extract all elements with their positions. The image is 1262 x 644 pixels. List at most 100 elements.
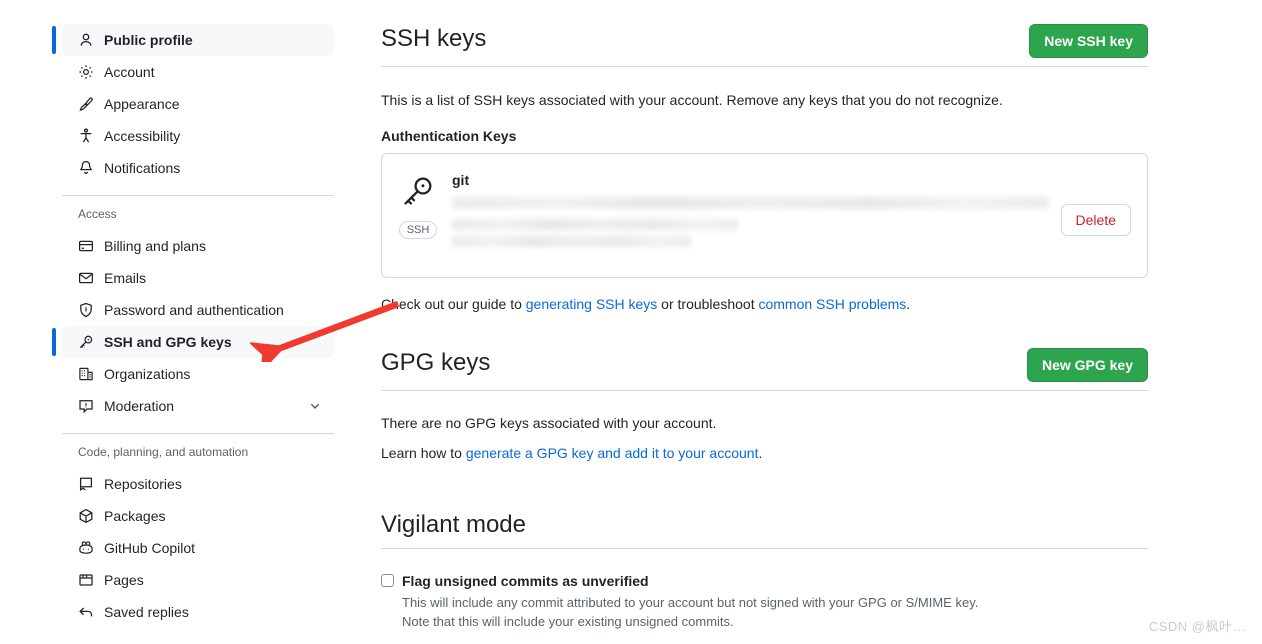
sidebar-item-label: GitHub Copilot bbox=[104, 540, 196, 556]
vigilant-mode-checkbox-row[interactable]: Flag unsigned commits as unverified bbox=[381, 571, 1148, 591]
vigilant-desc-line-1: This will include any commit attributed … bbox=[402, 595, 979, 610]
sidebar-item-packages[interactable]: Packages bbox=[62, 500, 334, 532]
sidebar-item-public-profile[interactable]: Public profile bbox=[52, 24, 334, 56]
sidebar-group-access: Billing and plans Emails Password and au… bbox=[52, 230, 334, 422]
generate-gpg-key-link[interactable]: generate a GPG key and add it to your ac… bbox=[466, 445, 759, 461]
sidebar-item-notifications[interactable]: Notifications bbox=[62, 152, 334, 184]
section-divider bbox=[381, 390, 1148, 391]
sidebar-item-label: Emails bbox=[104, 270, 147, 286]
ssh-guide-middle: or troubleshoot bbox=[657, 296, 759, 312]
bell-icon bbox=[78, 160, 94, 176]
repo-icon bbox=[78, 476, 94, 492]
flag-unsigned-commits-label: Flag unsigned commits as unverified bbox=[402, 573, 649, 589]
delete-button[interactable]: Delete bbox=[1060, 204, 1131, 236]
ssh-type-badge: SSH bbox=[398, 221, 438, 239]
mail-icon bbox=[78, 270, 94, 286]
paintbrush-icon bbox=[78, 96, 94, 112]
gpg-learn-suffix: . bbox=[758, 445, 763, 461]
sidebar-item-label: Moderation bbox=[104, 398, 175, 414]
sidebar-heading-code: Code, planning, and automation bbox=[78, 445, 249, 459]
common-ssh-problems-link[interactable]: common SSH problems bbox=[758, 296, 906, 312]
organization-icon bbox=[78, 366, 94, 382]
sidebar-item-label: Accessibility bbox=[104, 128, 181, 144]
sidebar-item-organizations[interactable]: Organizations bbox=[62, 358, 334, 390]
sidebar-divider bbox=[62, 195, 334, 196]
sidebar-item-emails[interactable]: Emails bbox=[62, 262, 334, 294]
sidebar-item-label: Password and authentication bbox=[104, 302, 284, 318]
ssh-key-card-left: SSH bbox=[398, 170, 438, 239]
section-divider bbox=[381, 548, 1148, 549]
vigilant-mode-header: Vigilant mode bbox=[381, 510, 1148, 548]
vigilant-mode-description: This will include any commit attributed … bbox=[402, 593, 1148, 644]
main-content: SSH keys New SSH key This is a list of S… bbox=[381, 24, 1148, 644]
sidebar-item-label: Organizations bbox=[104, 366, 191, 382]
vigilant-mode-checkbox-text: Flag unsigned commits as unverified bbox=[402, 571, 649, 591]
copilot-icon bbox=[78, 540, 94, 556]
key-icon bbox=[401, 174, 435, 213]
ssh-key-details: git bbox=[438, 170, 1049, 247]
accessibility-icon bbox=[78, 128, 94, 144]
sidebar-item-ssh-and-gpg-keys[interactable]: SSH and GPG keys bbox=[52, 326, 334, 358]
sidebar-item-label: Appearance bbox=[104, 96, 180, 112]
generating-ssh-keys-link[interactable]: generating SSH keys bbox=[526, 296, 658, 312]
sidebar-group-code: Repositories Packages GitHub Copilot Pag… bbox=[62, 468, 334, 628]
sidebar-group-personal: Public profile Account Appearance Access… bbox=[52, 24, 334, 184]
gpg-learn-text: Learn how to generate a GPG key and add … bbox=[381, 443, 1148, 464]
sidebar-item-moderation[interactable]: Moderation bbox=[62, 390, 334, 422]
sidebar-item-repositories[interactable]: Repositories bbox=[62, 468, 334, 500]
sidebar-item-label: SSH and GPG keys bbox=[104, 334, 232, 350]
chevron-down-icon[interactable] bbox=[308, 399, 322, 413]
sidebar-item-label: Billing and plans bbox=[104, 238, 206, 254]
sidebar-item-label: Repositories bbox=[104, 476, 182, 492]
vigilant-desc-line-2: Note that this will include your existin… bbox=[402, 614, 734, 629]
gpg-learn-prefix: Learn how to bbox=[381, 445, 466, 461]
new-ssh-key-button[interactable]: New SSH key bbox=[1029, 24, 1148, 58]
watermark: CSDN @枫叶… bbox=[1148, 619, 1246, 634]
ssh-guide-prefix: Check out our guide to bbox=[381, 296, 526, 312]
ssh-key-title: git bbox=[452, 172, 470, 188]
sidebar-item-password-and-authentication[interactable]: Password and authentication bbox=[62, 294, 334, 326]
sidebar-item-label: Public profile bbox=[104, 32, 193, 48]
authentication-keys-heading: Authentication Keys bbox=[381, 128, 517, 144]
page-title: SSH keys bbox=[381, 25, 487, 52]
gear-icon bbox=[78, 64, 94, 80]
new-gpg-key-button[interactable]: New GPG key bbox=[1026, 348, 1148, 382]
gpg-keys-title: GPG keys bbox=[381, 349, 491, 376]
sidebar-item-saved-replies[interactable]: Saved replies bbox=[62, 596, 334, 628]
sidebar-item-label: Packages bbox=[104, 508, 166, 524]
settings-page: Public profile Account Appearance Access… bbox=[0, 0, 1262, 644]
redacted-fingerprint bbox=[452, 197, 1049, 209]
shield-lock-icon bbox=[78, 302, 94, 318]
credit-card-icon bbox=[78, 238, 94, 254]
gpg-keys-section: GPG keys New GPG key There are no GPG ke… bbox=[381, 348, 1148, 464]
ssh-keys-description: This is a list of SSH keys associated wi… bbox=[381, 92, 1003, 108]
redacted-metadata-line-1 bbox=[452, 219, 739, 230]
person-icon bbox=[78, 32, 94, 48]
sidebar-item-appearance[interactable]: Appearance bbox=[62, 88, 334, 120]
settings-sidebar: Public profile Account Appearance Access… bbox=[52, 24, 334, 628]
sidebar-item-label: Pages bbox=[104, 572, 144, 588]
sidebar-item-accessibility[interactable]: Accessibility bbox=[62, 120, 334, 152]
report-icon bbox=[78, 398, 94, 414]
sidebar-item-label: Notifications bbox=[104, 160, 181, 176]
sidebar-item-label: Saved replies bbox=[104, 604, 189, 620]
ssh-keys-header: SSH keys New SSH key bbox=[381, 24, 1148, 66]
section-divider bbox=[381, 66, 1148, 67]
gpg-empty-text: There are no GPG keys associated with yo… bbox=[381, 415, 717, 431]
ssh-keys-section: SSH keys New SSH key This is a list of S… bbox=[381, 24, 1148, 315]
reply-icon bbox=[78, 604, 94, 620]
sidebar-heading-access: Access bbox=[78, 207, 117, 221]
sidebar-item-github-copilot[interactable]: GitHub Copilot bbox=[62, 532, 334, 564]
ssh-key-actions: Delete bbox=[1049, 170, 1131, 236]
browser-icon bbox=[78, 572, 94, 588]
sidebar-item-label: Account bbox=[104, 64, 155, 80]
package-icon bbox=[78, 508, 94, 524]
gpg-keys-header: GPG keys New GPG key bbox=[381, 348, 1148, 390]
sidebar-item-account[interactable]: Account bbox=[62, 56, 334, 88]
ssh-guide-suffix: . bbox=[906, 296, 911, 312]
ssh-guide-text: Check out our guide to generating SSH ke… bbox=[381, 294, 1148, 315]
key-icon bbox=[78, 334, 94, 350]
sidebar-item-billing-and-plans[interactable]: Billing and plans bbox=[62, 230, 334, 262]
sidebar-item-pages[interactable]: Pages bbox=[62, 564, 334, 596]
flag-unsigned-commits-checkbox[interactable] bbox=[381, 574, 394, 587]
